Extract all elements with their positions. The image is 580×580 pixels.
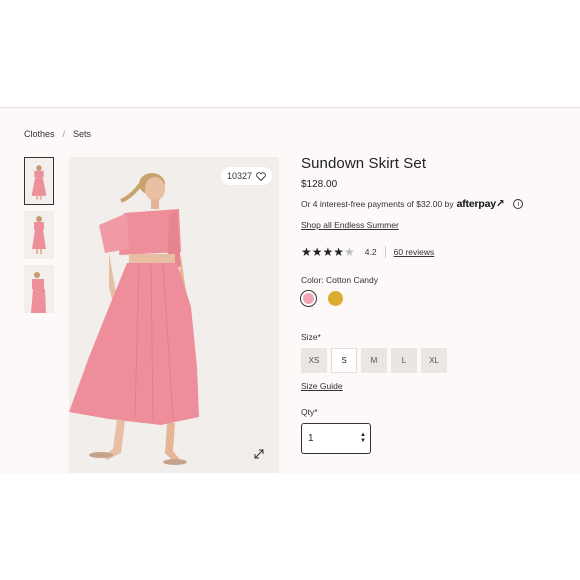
thumbnail-1[interactable] (24, 157, 54, 205)
like-count: 10327 (227, 171, 253, 181)
size-xs-button[interactable]: XS (301, 348, 327, 373)
thumbnail-image (24, 265, 54, 313)
qty-select[interactable]: 1 ▲ ▼ (301, 423, 371, 454)
breadcrumb: Clothes / Sets (24, 129, 91, 139)
breadcrumb-clothes[interactable]: Clothes (24, 129, 55, 139)
rating-value: 4.2 (364, 247, 377, 257)
color-label: Color: Cotton Candy (301, 275, 379, 285)
empty-star-icon: ★ (344, 245, 355, 259)
model-photo (69, 157, 279, 473)
size-l-button[interactable]: L (391, 348, 417, 373)
thumbnail-2[interactable] (24, 211, 54, 259)
reviews-link[interactable]: 60 reviews (394, 247, 435, 257)
breadcrumb-separator: / (62, 129, 66, 139)
qty-label: Qty* (301, 407, 318, 417)
breadcrumb-sets[interactable]: Sets (73, 129, 91, 139)
afterpay-line: Or 4 interest-free payments of $32.00 by… (301, 198, 524, 210)
heart-icon (256, 171, 266, 181)
product-main-image[interactable] (69, 157, 279, 473)
size-xl-button[interactable]: XL (421, 348, 447, 373)
thumbnail-image (24, 211, 54, 259)
product-title: Sundown Skirt Set (301, 155, 427, 172)
swatch-gold[interactable] (328, 291, 343, 306)
rating-divider (384, 246, 386, 258)
size-guide-link[interactable]: Size Guide (301, 381, 343, 391)
afterpay-text: Or 4 interest-free payments of $32.00 by (301, 199, 454, 209)
like-badge[interactable]: 10327 (221, 167, 273, 185)
size-s-button[interactable]: S (331, 348, 357, 373)
updown-icon: ▲ ▼ (360, 432, 366, 444)
star-rating: ★★★★★ (301, 245, 355, 259)
filled-stars: ★★★★ (301, 245, 345, 259)
shop-collection-link[interactable]: Shop all Endless Summer (301, 220, 399, 230)
expand-icon[interactable] (252, 447, 266, 461)
size-m-button[interactable]: M (361, 348, 387, 373)
product-price: $128.00 (301, 179, 338, 190)
swatch-cotton-candy[interactable] (301, 291, 316, 306)
size-label: Size* (301, 332, 321, 342)
afterpay-logo[interactable]: afterpay↗ (457, 198, 505, 210)
rating-row: ★★★★★ 4.2 60 reviews (301, 245, 434, 259)
thumbnail-image (25, 158, 53, 204)
info-icon[interactable]: i (513, 199, 524, 209)
thumbnail-3[interactable] (24, 265, 54, 313)
qty-value: 1 (308, 433, 314, 444)
